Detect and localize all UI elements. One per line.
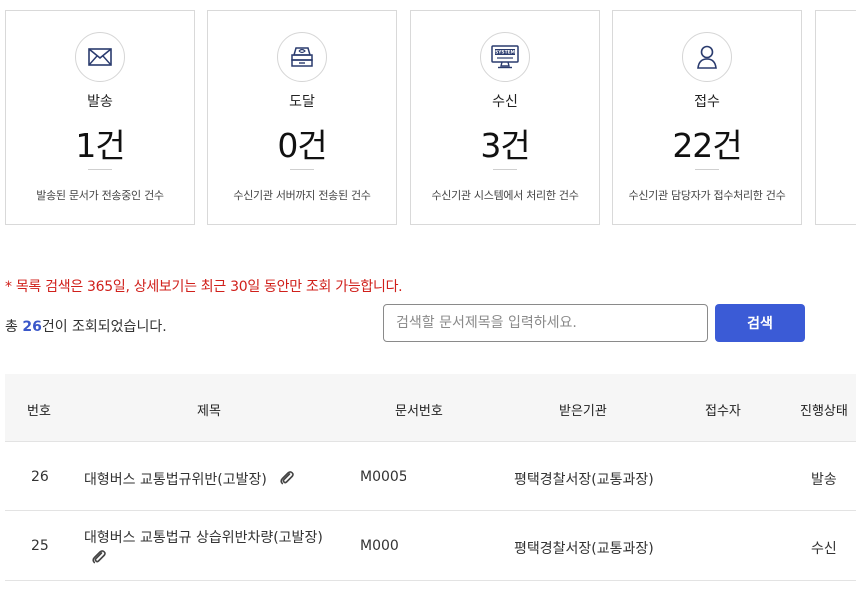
card-divider xyxy=(88,169,112,170)
card-description: 수신기관 담당자가 접수처리한 건수 xyxy=(628,189,786,202)
inbox-tray-icon xyxy=(277,32,327,82)
card-count: 0건 xyxy=(277,126,327,165)
total-count: 26 xyxy=(22,319,42,335)
search-input[interactable] xyxy=(383,304,708,342)
row-doc-number: M000 xyxy=(360,538,399,554)
card-count: 1건 xyxy=(75,126,125,165)
document-table: 번호 제목 문서번호 받은기관 접수자 진행상태 26 대형버스 교통법규위반(… xyxy=(5,374,856,594)
row-number: 26 xyxy=(31,469,49,485)
row-number: 25 xyxy=(31,538,49,554)
system-monitor-icon: SYSTEM xyxy=(480,32,530,82)
card-divider xyxy=(695,169,719,170)
column-header-number[interactable]: 번호 xyxy=(27,400,51,419)
row-doc-number: M0005 xyxy=(360,469,406,485)
status-card-sent[interactable]: 발송 1건 발송된 문서가 전송중인 건수 xyxy=(5,10,195,225)
search-button[interactable]: 검색 xyxy=(715,304,805,342)
search-notice: * 목록 검색은 365일, 상세보기는 최근 30일 동안만 조회 가능합니다… xyxy=(5,279,403,295)
result-total: 총 26건이 조회되었습니다. xyxy=(5,316,167,336)
row-title-text[interactable]: 대형버스 교통법규 상습위반차량(고발장) xyxy=(84,527,323,547)
card-label: 도달 xyxy=(289,94,315,110)
status-card-accepted[interactable]: 접수 22건 수신기관 담당자가 접수처리한 건수 xyxy=(612,10,802,225)
envelope-icon xyxy=(75,32,125,82)
card-label: 발송 xyxy=(87,94,113,110)
paperclip-icon[interactable] xyxy=(279,470,295,490)
card-label: 수신 xyxy=(492,94,518,110)
person-icon xyxy=(682,32,732,82)
total-prefix: 총 xyxy=(5,319,23,335)
card-count: 3건 xyxy=(480,126,530,165)
row-status: 발송 xyxy=(811,472,837,488)
card-description: 수신기관 서버까지 전송된 건수 xyxy=(233,189,371,202)
row-receiving-org: 평택경찰서장(교통과장) xyxy=(514,472,654,488)
status-cards: 발송 1건 발송된 문서가 전송중인 건수 도달 0건 수신기관 서버까지 전송… xyxy=(0,0,856,240)
column-header-status[interactable]: 진행상태 xyxy=(800,400,848,419)
total-suffix: 건이 조회되었습니다. xyxy=(41,319,167,335)
row-status: 수신 xyxy=(811,541,837,557)
paperclip-icon[interactable] xyxy=(91,549,107,569)
table-row[interactable]: 26 대형버스 교통법규위반(고발장) M0005 평택경찰서장(교통과장) 발… xyxy=(5,442,856,511)
row-title-text[interactable]: 대형버스 교통법규위반(고발장) xyxy=(84,472,267,488)
status-card-received[interactable]: SYSTEM 수신 3건 수신기관 시스템에서 처리한 건수 xyxy=(410,10,600,225)
card-description: 수신기관 시스템에서 처리한 건수 xyxy=(431,189,579,202)
column-header-receiving-org[interactable]: 받은기관 xyxy=(559,400,607,419)
row-receiving-org: 평택경찰서장(교통과장) xyxy=(514,541,654,557)
row-title[interactable]: 대형버스 교통법규위반(고발장) xyxy=(84,469,295,490)
column-header-doc-number[interactable]: 문서번호 xyxy=(395,400,443,419)
table-header: 번호 제목 문서번호 받은기관 접수자 진행상태 xyxy=(5,374,856,442)
card-description: 발송된 문서가 전송중인 건수 xyxy=(36,189,164,202)
card-divider xyxy=(290,169,314,170)
status-card-delivered[interactable]: 도달 0건 수신기관 서버까지 전송된 건수 xyxy=(207,10,397,225)
column-header-receiver[interactable]: 접수자 xyxy=(705,400,741,419)
status-card-partial[interactable] xyxy=(815,10,856,225)
card-count: 22건 xyxy=(672,126,742,165)
table-row[interactable]: 25 대형버스 교통법규 상습위반차량(고발장) M000 평택경찰서장(교통과… xyxy=(5,511,856,581)
column-header-title[interactable]: 제목 xyxy=(197,400,221,419)
card-label: 접수 xyxy=(694,94,720,110)
card-divider xyxy=(493,169,517,170)
monitor-text: SYSTEM xyxy=(495,50,515,56)
